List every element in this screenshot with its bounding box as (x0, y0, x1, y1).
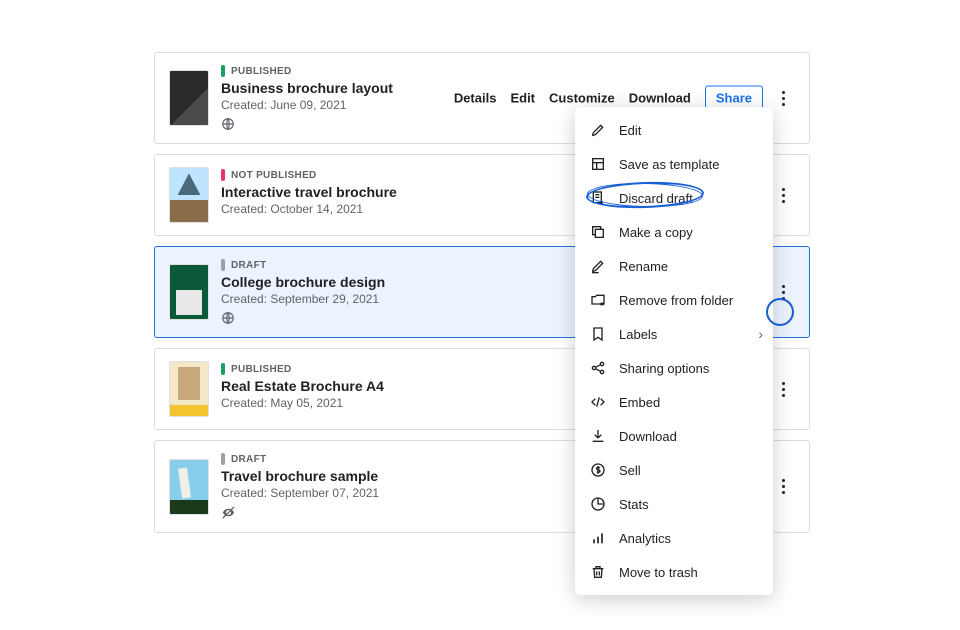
menu-label: Stats (619, 497, 649, 512)
item-created-date: Created: September 29, 2021 (221, 292, 385, 306)
edit-icon (589, 121, 607, 139)
labels-icon (589, 325, 607, 343)
menu-item-sharing[interactable]: Sharing options (575, 351, 773, 385)
status-label: PUBLISHED (231, 364, 291, 375)
analytics-icon (589, 529, 607, 547)
item-title[interactable]: Travel brochure sample (221, 468, 379, 484)
menu-item-remove-folder[interactable]: Remove from folder (575, 283, 773, 317)
status-indicator (221, 453, 225, 465)
menu-item-edit[interactable]: Edit (575, 113, 773, 147)
stats-icon (589, 495, 607, 513)
sharing-icon (589, 359, 607, 377)
status-label: PUBLISHED (231, 66, 291, 77)
copy-icon (589, 223, 607, 241)
thumbnail[interactable] (169, 361, 209, 417)
item-title[interactable]: Real Estate Brochure A4 (221, 378, 384, 394)
menu-item-rename[interactable]: Rename (575, 249, 773, 283)
menu-item-labels[interactable]: Labels › (575, 317, 773, 351)
thumbnail[interactable] (169, 264, 209, 320)
menu-item-save-template[interactable]: Save as template (575, 147, 773, 181)
menu-label: Discard draft (619, 191, 693, 206)
embed-icon (589, 393, 607, 411)
menu-label: Edit (619, 123, 641, 138)
item-title[interactable]: College brochure design (221, 274, 385, 290)
menu-label: Download (619, 429, 677, 444)
menu-item-analytics[interactable]: Analytics (575, 521, 773, 555)
more-actions-button[interactable] (771, 280, 795, 304)
menu-item-sell[interactable]: Sell (575, 453, 773, 487)
globe-icon (221, 311, 385, 325)
template-icon (589, 155, 607, 173)
download-link[interactable]: Download (629, 91, 691, 106)
menu-item-trash[interactable]: Move to trash (575, 555, 773, 589)
menu-item-download[interactable]: Download (575, 419, 773, 453)
menu-label: Make a copy (619, 225, 693, 240)
context-menu: Edit Save as template Discard draft Make… (575, 107, 773, 595)
status-label: NOT PUBLISHED (231, 170, 317, 181)
status-label: DRAFT (231, 454, 266, 465)
status-indicator (221, 65, 225, 77)
menu-item-discard-draft[interactable]: Discard draft (575, 181, 773, 215)
more-actions-button[interactable] (771, 86, 795, 110)
more-actions-button[interactable] (771, 183, 795, 207)
item-title[interactable]: Interactive travel brochure (221, 184, 397, 200)
status-indicator (221, 169, 225, 181)
discard-icon (589, 189, 607, 207)
menu-label: Sell (619, 463, 641, 478)
menu-label: Remove from folder (619, 293, 733, 308)
item-created-date: Created: May 05, 2021 (221, 396, 384, 410)
menu-item-make-copy[interactable]: Make a copy (575, 215, 773, 249)
customize-link[interactable]: Customize (549, 91, 615, 106)
remove-folder-icon (589, 291, 607, 309)
hidden-icon (221, 505, 379, 520)
menu-label: Move to trash (619, 565, 698, 580)
sell-icon (589, 461, 607, 479)
chevron-right-icon: › (758, 326, 763, 342)
trash-icon (589, 563, 607, 581)
thumbnail[interactable] (169, 70, 209, 126)
more-actions-button[interactable] (771, 475, 795, 499)
menu-label: Labels (619, 327, 657, 342)
download-icon (589, 427, 607, 445)
globe-icon (221, 117, 393, 131)
edit-link[interactable]: Edit (510, 91, 535, 106)
menu-item-stats[interactable]: Stats (575, 487, 773, 521)
item-created-date: Created: June 09, 2021 (221, 98, 393, 112)
more-actions-button[interactable] (771, 377, 795, 401)
item-created-date: Created: October 14, 2021 (221, 202, 397, 216)
menu-label: Analytics (619, 531, 671, 546)
menu-label: Rename (619, 259, 668, 274)
status-label: DRAFT (231, 260, 266, 271)
menu-label: Save as template (619, 157, 719, 172)
menu-label: Embed (619, 395, 660, 410)
details-link[interactable]: Details (454, 91, 497, 106)
status-indicator (221, 259, 225, 271)
item-created-date: Created: September 07, 2021 (221, 486, 379, 500)
thumbnail[interactable] (169, 167, 209, 223)
thumbnail[interactable]: ITALY (169, 459, 209, 515)
rename-icon (589, 257, 607, 275)
item-title[interactable]: Business brochure layout (221, 80, 393, 96)
menu-label: Sharing options (619, 361, 709, 376)
status-indicator (221, 363, 225, 375)
menu-item-embed[interactable]: Embed (575, 385, 773, 419)
